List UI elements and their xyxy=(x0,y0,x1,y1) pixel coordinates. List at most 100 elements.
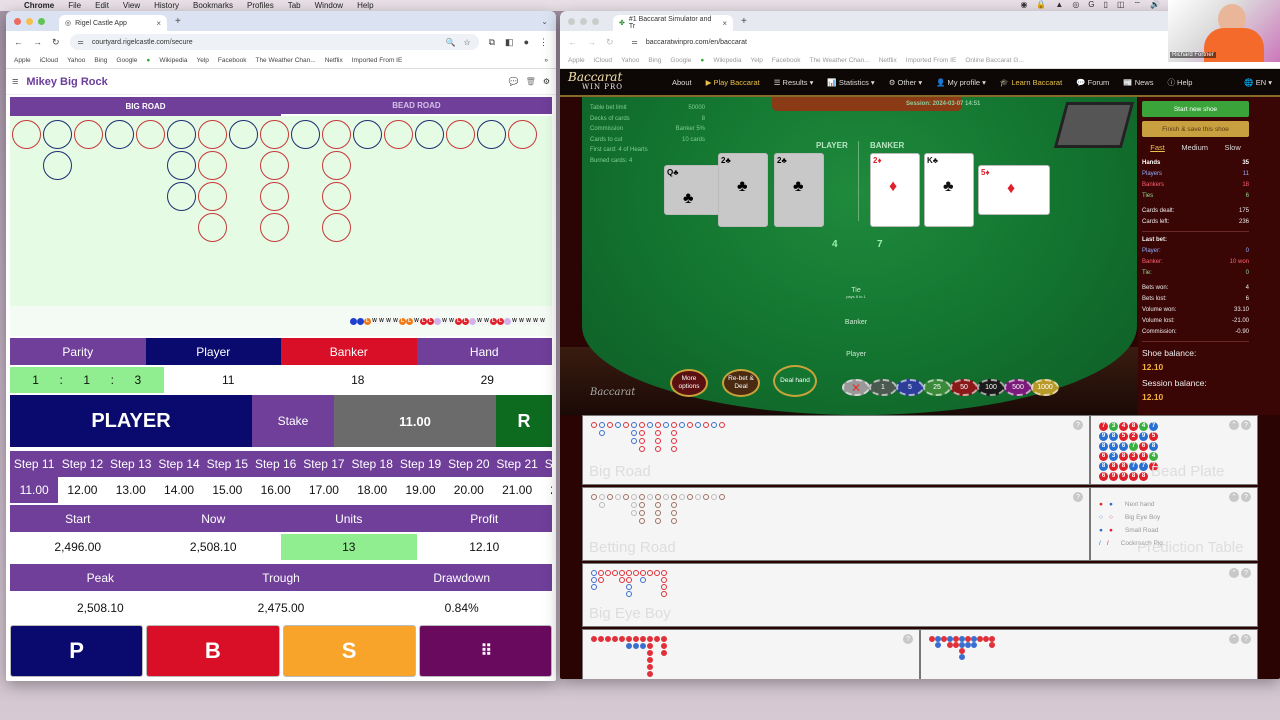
help-icon[interactable]: ? xyxy=(1241,634,1251,644)
nav-other[interactable]: ⚙ Other ▾ xyxy=(889,78,922,87)
nav-results[interactable]: ☰ Results ▾ xyxy=(774,78,814,87)
minimize-window-button[interactable] xyxy=(26,17,33,25)
step-value[interactable]: 19.00 xyxy=(396,477,445,503)
rebet-deal-button[interactable]: Re-bet & Deal xyxy=(722,369,760,397)
deal-hand-button[interactable]: Deal hand xyxy=(773,365,817,397)
trash-icon[interactable]: 🗑 xyxy=(526,77,536,86)
new-tab-button[interactable]: + xyxy=(741,16,747,27)
help-icon[interactable]: ? xyxy=(1241,420,1251,430)
bookmark-item[interactable]: Yelp xyxy=(751,57,763,64)
reload-icon[interactable]: ↻ xyxy=(606,37,614,48)
chat-icon[interactable]: 💬 xyxy=(509,77,519,86)
forward-icon[interactable]: → xyxy=(587,37,596,47)
close-tab-icon[interactable]: × xyxy=(722,19,727,28)
banker-button[interactable]: B xyxy=(146,625,280,677)
status-icon[interactable]: ◉ xyxy=(1020,0,1027,10)
url-field[interactable]: ⚌ courtyard.rigelcastle.com/secure 🔍 ☆ xyxy=(69,34,479,50)
more-options-button[interactable]: More options xyxy=(670,369,708,397)
help-icon[interactable]: ? xyxy=(1073,492,1083,502)
banker-zone[interactable]: Banker xyxy=(826,319,886,326)
bookmark-item[interactable]: Yahoo xyxy=(621,57,639,64)
help-icon[interactable]: ? xyxy=(1241,492,1251,502)
step-value[interactable]: 22.00 xyxy=(541,477,552,503)
status-icon[interactable]: G xyxy=(1088,0,1094,10)
bookmark-item[interactable]: Online Baccarat G... xyxy=(965,57,1024,64)
step-value[interactable]: 20.00 xyxy=(444,477,493,503)
status-icon[interactable]: ◫ xyxy=(1117,0,1125,10)
help-icon[interactable]: ? xyxy=(1073,420,1083,430)
wifi-icon[interactable]: ⌔ xyxy=(1134,0,1142,10)
help-icon[interactable]: ? xyxy=(903,634,913,644)
volume-icon[interactable]: 🔊 xyxy=(1150,0,1160,10)
menu-history[interactable]: History xyxy=(154,1,179,10)
bookmark-item[interactable]: Google xyxy=(116,57,137,64)
help-icons[interactable]: ⌃? xyxy=(1229,568,1251,578)
bookmark-star-icon[interactable]: ☆ xyxy=(463,38,470,47)
close-tab-icon[interactable]: × xyxy=(156,19,161,28)
reload-icon[interactable]: ↻ xyxy=(52,37,60,48)
bookmark-item[interactable]: Google xyxy=(670,57,691,64)
step-value[interactable]: 11.00 xyxy=(10,477,59,503)
collapse-icon[interactable]: ⌃ xyxy=(1229,634,1239,644)
chip-100[interactable]: 100 xyxy=(977,379,1005,396)
hamburger-menu-icon[interactable]: ≡ xyxy=(12,76,18,88)
chip-1[interactable]: 1 xyxy=(869,379,897,396)
tie-zone[interactable]: Tie pays 8 to 1 xyxy=(826,287,886,299)
bookmark-item[interactable]: Apple xyxy=(14,57,31,64)
step-value[interactable]: 14.00 xyxy=(154,477,204,503)
status-icon[interactable]: 🔒 xyxy=(1036,0,1046,10)
gear-icon[interactable]: ⚙ xyxy=(543,77,550,86)
maximize-window-button[interactable] xyxy=(592,17,599,25)
close-window-button[interactable] xyxy=(14,17,21,25)
nav-news[interactable]: 📰 News xyxy=(1123,78,1153,87)
start-new-shoe-button[interactable]: Start new shoe xyxy=(1142,101,1249,117)
language-selector[interactable]: 🌐 EN ▾ xyxy=(1244,78,1272,87)
new-tab-button[interactable]: + xyxy=(175,16,181,27)
tab-bead-road[interactable]: BEAD ROAD xyxy=(281,97,552,116)
zoom-icon[interactable]: 🔍 xyxy=(445,38,455,47)
bookmark-item[interactable]: Wikipedia xyxy=(713,57,741,64)
chip-25[interactable]: 25 xyxy=(923,379,951,396)
nav-statistics[interactable]: 📊 Statistics ▾ xyxy=(827,78,874,87)
site-settings-icon[interactable]: ⚌ xyxy=(78,38,84,46)
chip-50[interactable]: 50 xyxy=(950,379,978,396)
minimize-window-button[interactable] xyxy=(580,17,587,25)
collapse-icon[interactable]: ⌃ xyxy=(1229,492,1239,502)
nav-my-profile[interactable]: 👤 My profile ▾ xyxy=(936,78,986,87)
bookmark-item[interactable]: ● xyxy=(700,57,704,64)
help-icon[interactable]: ? xyxy=(1241,568,1251,578)
chip-1000[interactable]: 1000 xyxy=(1031,379,1059,396)
menu-file[interactable]: File xyxy=(68,1,81,10)
speed-medium[interactable]: Medium xyxy=(1181,143,1208,152)
nav-learn-baccarat[interactable]: 🎓 Learn Baccarat xyxy=(1000,78,1062,87)
menu-bookmarks[interactable]: Bookmarks xyxy=(193,1,233,10)
step-value[interactable]: 16.00 xyxy=(251,477,300,503)
site-settings-icon[interactable]: ⚌ xyxy=(632,38,638,46)
bookmark-item[interactable]: Bing xyxy=(648,57,661,64)
bookmark-item[interactable]: Imported From IE xyxy=(352,57,403,64)
step-value[interactable]: 12.00 xyxy=(58,477,107,503)
profile-avatar[interactable]: ● xyxy=(524,37,529,47)
bookmark-item[interactable]: Bing xyxy=(94,57,107,64)
nav-help[interactable]: ⓘ Help xyxy=(1167,77,1192,88)
menu-edit[interactable]: Edit xyxy=(95,1,109,10)
player-button[interactable]: P xyxy=(10,625,144,677)
bookmark-item[interactable]: The Weather Chan... xyxy=(809,57,869,64)
menu-view[interactable]: View xyxy=(123,1,140,10)
step-value[interactable]: 15.00 xyxy=(203,477,252,503)
chip-5[interactable]: 5 xyxy=(896,379,924,396)
tab-big-road[interactable]: BIG ROAD xyxy=(10,97,281,116)
maximize-window-button[interactable] xyxy=(38,17,45,25)
speed-fast[interactable]: Fast xyxy=(1150,143,1165,152)
bookmark-item[interactable]: Wikipedia xyxy=(159,57,187,64)
bookmarks-overflow-icon[interactable]: » xyxy=(544,57,548,64)
help-icons[interactable]: ⌃? xyxy=(1229,420,1251,430)
status-icon[interactable]: ◎ xyxy=(1072,0,1079,10)
close-window-button[interactable] xyxy=(568,17,575,25)
reset-button[interactable]: R xyxy=(496,395,552,447)
bookmark-item[interactable]: iCloud xyxy=(40,57,58,64)
status-icon[interactable]: ▯ xyxy=(1104,0,1108,10)
step-value[interactable]: 21.00 xyxy=(492,477,542,503)
menu-profiles[interactable]: Profiles xyxy=(247,1,274,10)
step-value[interactable]: 17.00 xyxy=(299,477,349,503)
